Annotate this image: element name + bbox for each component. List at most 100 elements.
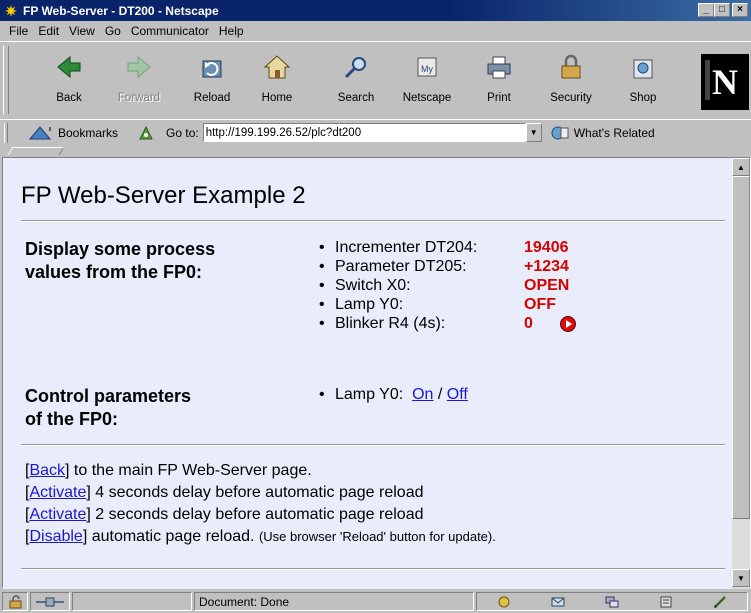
discussions-icon[interactable] (603, 594, 621, 610)
forward-button[interactable]: Forward (108, 48, 170, 112)
window-title: FP Web-Server - DT200 - Netscape (23, 3, 219, 18)
mail-icon[interactable] (549, 594, 567, 610)
collapsed-toolbar-strip (0, 145, 751, 156)
nav-line-back: [Back] to the main FP Web-Server page. (25, 460, 496, 482)
whats-related-button[interactable]: What's Related (550, 125, 655, 141)
collapsed-toolbar-tab[interactable] (7, 147, 65, 155)
print-button[interactable]: Print (468, 48, 530, 112)
lamp-off-link[interactable]: Off (447, 386, 468, 403)
search-button[interactable]: Search (325, 48, 387, 112)
title-bar: ✷ FP Web-Server - DT200 - Netscape _ □ × (0, 0, 751, 21)
list-item: Incrementer DT204: (319, 238, 525, 257)
nav-line-disable: [Disable] automatic page reload. (Use br… (25, 526, 496, 548)
content-viewport: FP Web-Server Example 2 Display some pro… (2, 157, 751, 589)
reload-button[interactable]: Reload (181, 48, 243, 112)
reload-icon (197, 52, 227, 82)
whats-related-icon (550, 125, 570, 141)
location-grip[interactable] (4, 122, 8, 143)
close-button[interactable]: × (732, 3, 748, 17)
bookmarks-label: Bookmarks (58, 125, 119, 140)
activate-2s-link[interactable]: Activate (29, 506, 86, 523)
back-arrow-icon (54, 52, 84, 82)
control-title-line-2: of the FP0: (25, 409, 118, 429)
menu-communicator[interactable]: Communicator (126, 24, 214, 38)
page-heading: FP Web-Server Example 2 (21, 182, 306, 209)
list-item: Lamp Y0: (319, 295, 525, 314)
scroll-thumb[interactable] (732, 176, 750, 519)
display-title-line-2: values from the FP0: (25, 262, 203, 282)
minimize-button[interactable]: _ (698, 3, 714, 17)
bookmarks-button[interactable]: Bookmarks (28, 125, 118, 141)
home-button[interactable]: Home (246, 48, 308, 112)
menu-go[interactable]: Go (100, 24, 126, 38)
print-label: Print (487, 92, 511, 104)
status-bar: Document: Done (0, 590, 751, 613)
disable-link[interactable]: Disable (29, 528, 82, 545)
home-icon (262, 52, 292, 82)
value-label: Blinker R4 (4s): (335, 315, 446, 332)
nav-hint: (Use browser 'Reload' button for update)… (258, 529, 496, 544)
window-controls: _ □ × (698, 3, 748, 17)
blinker-value: 0 (524, 315, 533, 332)
nav-text: 2 seconds delay before automatic page re… (90, 506, 424, 523)
url-input[interactable] (202, 123, 526, 142)
home-label: Home (261, 92, 293, 104)
url-dropdown-button[interactable]: ▼ (525, 123, 542, 142)
netscape-label: Netscape (402, 92, 452, 104)
print-icon (484, 52, 514, 82)
menu-help[interactable]: Help (214, 24, 249, 38)
back-button[interactable]: Back (38, 48, 100, 112)
lamp-on-link[interactable]: On (412, 386, 433, 403)
netscape-logo[interactable]: N (701, 54, 749, 110)
nav-line-activate-4s: [Activate] 4 seconds delay before automa… (25, 482, 496, 504)
divider (21, 220, 725, 222)
my-netscape-icon: My (412, 52, 442, 82)
netscape-app-icon[interactable]: ✷ (3, 3, 19, 19)
shop-icon (628, 52, 658, 82)
control-section-title: Control parameters of the FP0: (25, 385, 191, 431)
menu-edit[interactable]: Edit (33, 24, 64, 38)
vertical-scrollbar[interactable]: ▲ ▼ (732, 158, 750, 589)
network-plug-icon (35, 594, 65, 610)
lock-icon (556, 52, 586, 82)
switch-value: OPEN (524, 277, 570, 294)
address-book-icon[interactable] (657, 594, 675, 610)
page-content: FP Web-Server Example 2 Display some pro… (3, 158, 734, 589)
scroll-down-button[interactable]: ▼ (732, 569, 750, 587)
value-label: Lamp Y0: (335, 296, 404, 313)
connection-status[interactable] (30, 592, 70, 611)
list-item: Blinker R4 (4s): (319, 314, 525, 333)
netscape-button[interactable]: My Netscape (396, 48, 458, 112)
security-button[interactable]: Security (540, 48, 602, 112)
security-status[interactable] (2, 592, 28, 611)
scroll-down-icon: ▼ (737, 573, 745, 583)
page-proxy-icon[interactable] (136, 125, 156, 141)
bookmarks-icon (28, 125, 54, 141)
menu-bar: File Edit View Go Communicator Help (0, 21, 751, 41)
composer-icon[interactable] (711, 594, 729, 610)
toolbar-grip[interactable] (3, 46, 9, 114)
list-item: Switch X0: (319, 276, 525, 295)
menu-view[interactable]: View (64, 24, 100, 38)
divider (21, 444, 725, 446)
navigator-icon[interactable] (495, 594, 513, 610)
status-text-cell: Document: Done (194, 592, 474, 611)
svg-text:My: My (421, 64, 433, 74)
scroll-up-button[interactable]: ▲ (732, 158, 750, 176)
back-link[interactable]: Back (29, 462, 65, 479)
shop-label: Shop (629, 92, 657, 104)
value-label: Incrementer DT204: (335, 239, 478, 256)
lamp-value: OFF (524, 296, 556, 313)
logo-stars-decoration (705, 60, 710, 100)
control-title-line-1: Control parameters (25, 386, 192, 406)
forward-arrow-icon (124, 52, 154, 82)
activate-4s-link[interactable]: Activate (29, 484, 86, 501)
forward-label: Forward (117, 92, 161, 104)
location-toolbar: Bookmarks Go to: ▼ What's Related (0, 119, 751, 145)
maximize-button[interactable]: □ (714, 3, 730, 17)
control-list: Lamp Y0: On / Off (319, 385, 468, 404)
component-bar (476, 592, 748, 611)
display-title-line-1: Display some process (25, 239, 216, 259)
shop-button[interactable]: Shop (612, 48, 674, 112)
menu-file[interactable]: File (4, 24, 33, 38)
